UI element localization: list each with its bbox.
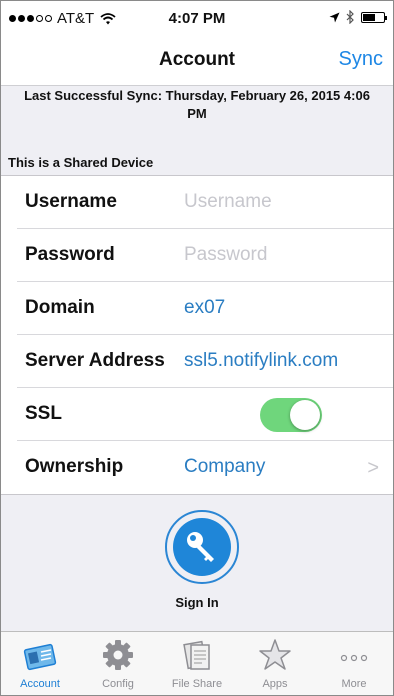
shared-device-header: This is a Shared Device	[8, 155, 154, 170]
gear-icon	[103, 640, 133, 670]
username-label: Username	[25, 191, 117, 212]
password-label: Password	[25, 244, 115, 265]
last-sync-line-2: PM	[187, 106, 207, 121]
ssl-row: SSL	[1, 388, 393, 441]
app-screen: AT&T 4:07 PM Account Sync Last Successfu…	[0, 0, 394, 696]
tab-apps-label: Apps	[262, 678, 288, 690]
domain-row[interactable]: Domain ex07	[1, 282, 393, 335]
domain-label: Domain	[25, 297, 95, 318]
tab-file-share-label: File Share	[171, 678, 223, 690]
ownership-row[interactable]: Ownership Company >	[1, 441, 393, 494]
server-address-field[interactable]: ssl5.notifylink.com	[184, 350, 338, 372]
status-bar: AT&T 4:07 PM	[1, 1, 393, 35]
bluetooth-icon	[346, 10, 354, 24]
tab-account-label: Account	[20, 678, 60, 690]
server-address-label: Server Address	[25, 350, 165, 371]
file-share-icon	[183, 640, 210, 670]
location-arrow-icon	[329, 12, 340, 22]
tab-account[interactable]: Account	[1, 632, 79, 695]
last-sync-line-1: Last Successful Sync: Thursday, February…	[24, 88, 370, 103]
ownership-label: Ownership	[25, 456, 124, 477]
star-icon	[259, 639, 291, 670]
tab-config[interactable]: Config	[79, 632, 157, 695]
sign-in-area: Sign In	[1, 496, 393, 631]
server-address-row[interactable]: Server Address ssl5.notifylink.com	[1, 335, 393, 388]
account-card-icon	[23, 643, 57, 671]
chevron-right-icon: >	[367, 457, 379, 479]
status-right	[329, 10, 387, 24]
tab-config-label: Config	[102, 678, 134, 690]
ownership-value[interactable]: Company	[184, 456, 265, 478]
account-form: Username Username Password Password Doma…	[1, 175, 393, 495]
nav-bar: Account Sync	[1, 35, 393, 86]
tab-more[interactable]: More	[315, 632, 393, 695]
more-dots-icon	[340, 654, 368, 662]
username-row[interactable]: Username Username	[1, 176, 393, 229]
sign-in-label: Sign In	[175, 595, 219, 610]
sync-button[interactable]: Sync	[339, 48, 383, 71]
username-field[interactable]: Username	[184, 191, 272, 213]
tab-bar: Account Config File Share Apps More	[1, 631, 393, 695]
sign-in-button[interactable]	[165, 510, 239, 584]
domain-field[interactable]: ex07	[184, 297, 225, 319]
password-row[interactable]: Password Password	[1, 229, 393, 282]
password-field[interactable]: Password	[184, 244, 267, 266]
tab-more-label: More	[341, 678, 367, 690]
battery-icon	[361, 11, 387, 23]
key-icon	[173, 518, 231, 576]
ssl-label: SSL	[25, 403, 62, 424]
last-sync-text: Last Successful Sync: Thursday, February…	[1, 87, 393, 123]
tab-apps[interactable]: Apps	[236, 632, 314, 695]
toggle-knob	[290, 400, 320, 430]
page-title: Account	[159, 49, 235, 70]
ssl-toggle[interactable]	[260, 398, 322, 432]
tab-file-share[interactable]: File Share	[158, 632, 236, 695]
